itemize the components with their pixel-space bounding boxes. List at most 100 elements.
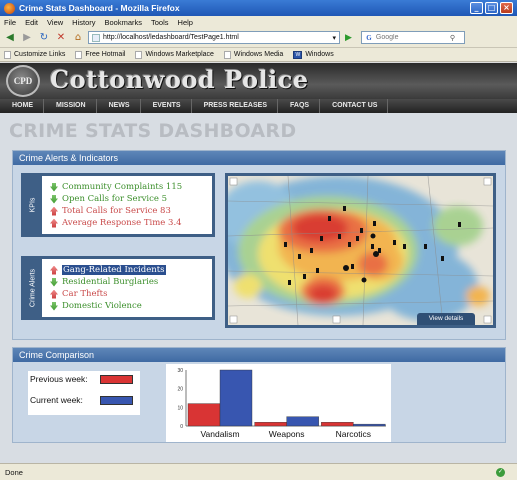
kpi-item[interactable]: Open Calls for Service 5 — [50, 193, 182, 205]
crime-comparison-panel: Crime Comparison Previous week: Current … — [12, 347, 506, 443]
view-details-button[interactable]: View details — [417, 313, 475, 325]
go-icon[interactable]: ▶ — [345, 33, 352, 43]
close-button[interactable]: × — [500, 2, 513, 14]
page-title: CRIME STATS DASHBOARD — [9, 120, 297, 142]
x-tick-label: Weapons — [269, 429, 305, 439]
kpi-item[interactable]: Average Response Time 3.4 — [50, 217, 182, 229]
stop-icon[interactable]: ✕ — [54, 31, 68, 45]
arrow-up-icon — [50, 218, 58, 228]
crime-alerts-box: Crime Alerts Gang-Related Incidents Resid… — [21, 256, 215, 320]
crime-heat-map[interactable]: View details — [225, 173, 496, 328]
kpis-label: KPIs — [29, 197, 37, 213]
nav-events[interactable]: EVENTS — [141, 99, 192, 113]
police-badge-icon[interactable]: CPD — [6, 65, 40, 97]
nav-news[interactable]: NEWS — [97, 99, 141, 113]
menu-view[interactable]: View — [47, 18, 63, 27]
reload-icon[interactable]: ↻ — [37, 31, 51, 45]
panel-title: Crime Comparison — [13, 348, 505, 362]
menu-help[interactable]: Help — [178, 18, 193, 27]
alert-item[interactable]: Residential Burglaries — [50, 276, 166, 288]
legend-label: Previous week: — [30, 374, 88, 384]
panel-title: Crime Alerts & Indicators — [13, 151, 505, 165]
bar-chart: 0 10 20 30 Vandalism Weapons Narcotics — [177, 368, 386, 439]
y-tick-label: 30 — [177, 368, 183, 374]
heat-map-graphic — [228, 176, 493, 325]
page-icon — [4, 50, 11, 59]
bar-previousweek-weapons — [254, 422, 287, 427]
kpi-text: Community Complaints 115 — [62, 182, 183, 192]
arrow-up-icon — [50, 289, 58, 299]
alert-text: Gang-Related Incidents — [62, 265, 166, 275]
search-icon[interactable]: ⚲ — [450, 34, 462, 42]
alert-text: Domestic Violence — [62, 301, 142, 311]
legend-item-current: Current week: — [30, 395, 133, 405]
nav-press-releases[interactable]: PRESS RELEASES — [192, 99, 278, 113]
alert-item[interactable]: Car Thefts — [50, 288, 166, 300]
legend-swatch-previous — [100, 374, 133, 384]
page-icon — [92, 33, 100, 42]
back-icon[interactable]: ◀ — [3, 31, 17, 45]
arrow-up-icon — [50, 206, 58, 216]
legend-item-previous: Previous week: — [30, 374, 133, 384]
kpis-box: KPIs Community Complaints 115 Open Calls … — [21, 173, 215, 237]
dropdown-icon[interactable]: ▾ — [332, 34, 336, 42]
google-icon[interactable]: G — [362, 34, 376, 42]
window-title: Crime Stats Dashboard - Mozilla Firefox — [19, 3, 180, 13]
bookmark-free-hotmail[interactable]: Free Hotmail — [75, 50, 125, 59]
bar-previousweek-vandalism — [187, 403, 221, 427]
alert-list: Gang-Related Incidents Residential Burgla… — [50, 264, 166, 312]
secure-check-icon: ✓ — [496, 467, 505, 477]
bar-previousweek-narcotics — [321, 422, 354, 427]
arrow-up-icon — [50, 265, 58, 275]
maximize-button[interactable]: □ — [485, 2, 498, 14]
firefox-icon — [4, 2, 15, 14]
windows-icon: W — [293, 50, 303, 59]
forward-icon[interactable]: ▶ — [20, 31, 34, 45]
bookmarks-toolbar: Customize Links Free Hotmail Windows Mar… — [0, 48, 517, 62]
arrow-down-icon — [50, 182, 58, 192]
nav-contact-us[interactable]: CONTACT US — [320, 99, 389, 113]
nav-mission[interactable]: MISSION — [44, 99, 97, 113]
site-header: CPD Cottonwood Police — [0, 63, 517, 99]
menu-file[interactable]: File — [4, 18, 16, 27]
nav-home[interactable]: HOME — [0, 99, 44, 113]
bookmark-windows[interactable]: W Windows — [293, 50, 334, 59]
search-input[interactable] — [375, 34, 450, 41]
bar-currentweek-vandalism — [219, 369, 253, 427]
home-icon[interactable]: ⌂ — [71, 31, 85, 45]
x-tick-label: Narcotics — [336, 429, 371, 439]
status-text: Done — [5, 467, 23, 477]
menu-tools[interactable]: Tools — [151, 18, 169, 27]
page-content: CPD Cottonwood Police HOME MISSION NEWS … — [0, 63, 517, 463]
menu-history[interactable]: History — [72, 18, 95, 27]
kpi-text: Average Response Time 3.4 — [62, 218, 182, 228]
menu-bookmarks[interactable]: Bookmarks — [105, 18, 143, 27]
menu-bar: File Edit View History Bookmarks Tools H… — [0, 16, 517, 28]
arrow-down-icon — [50, 301, 58, 311]
bookmark-windows-media[interactable]: Windows Media — [223, 50, 283, 59]
legend-label: Current week: — [30, 395, 83, 405]
alert-text: Car Thefts — [62, 289, 108, 299]
kpi-item[interactable]: Community Complaints 115 — [50, 181, 182, 193]
site-nav: HOME MISSION NEWS EVENTS PRESS RELEASES … — [0, 99, 517, 113]
bookmark-customize-links[interactable]: Customize Links — [4, 50, 65, 59]
window-titlebar: Crime Stats Dashboard - Mozilla Firefox … — [0, 0, 517, 16]
y-tick-label: 0 — [180, 424, 183, 430]
crime-comparison-chart: 0 10 20 30 Vandalism Weapons Narcotics — [166, 364, 391, 442]
menu-edit[interactable]: Edit — [25, 18, 38, 27]
bookmark-windows-marketplace[interactable]: Windows Marketplace — [135, 50, 214, 59]
alert-text: Residential Burglaries — [62, 277, 159, 287]
arrow-down-icon — [50, 277, 58, 287]
legend-swatch-current — [100, 395, 133, 405]
nav-faqs[interactable]: FAQS — [278, 99, 321, 113]
url-text: http://localhost/ledashboard/TestPage1.h… — [103, 34, 239, 41]
minimize-button[interactable]: _ — [470, 2, 483, 14]
search-box[interactable]: G ⚲ — [360, 31, 465, 44]
alert-item[interactable]: Domestic Violence — [50, 300, 166, 312]
kpi-item[interactable]: Total Calls for Service 83 — [50, 205, 182, 217]
crime-alerts-label: Crime Alerts — [29, 268, 37, 308]
address-bar[interactable]: http://localhost/ledashboard/TestPage1.h… — [88, 31, 340, 44]
alert-item[interactable]: Gang-Related Incidents — [50, 264, 166, 276]
site-brand[interactable]: Cottonwood Police — [50, 65, 309, 94]
x-tick-label: Vandalism — [200, 429, 239, 439]
